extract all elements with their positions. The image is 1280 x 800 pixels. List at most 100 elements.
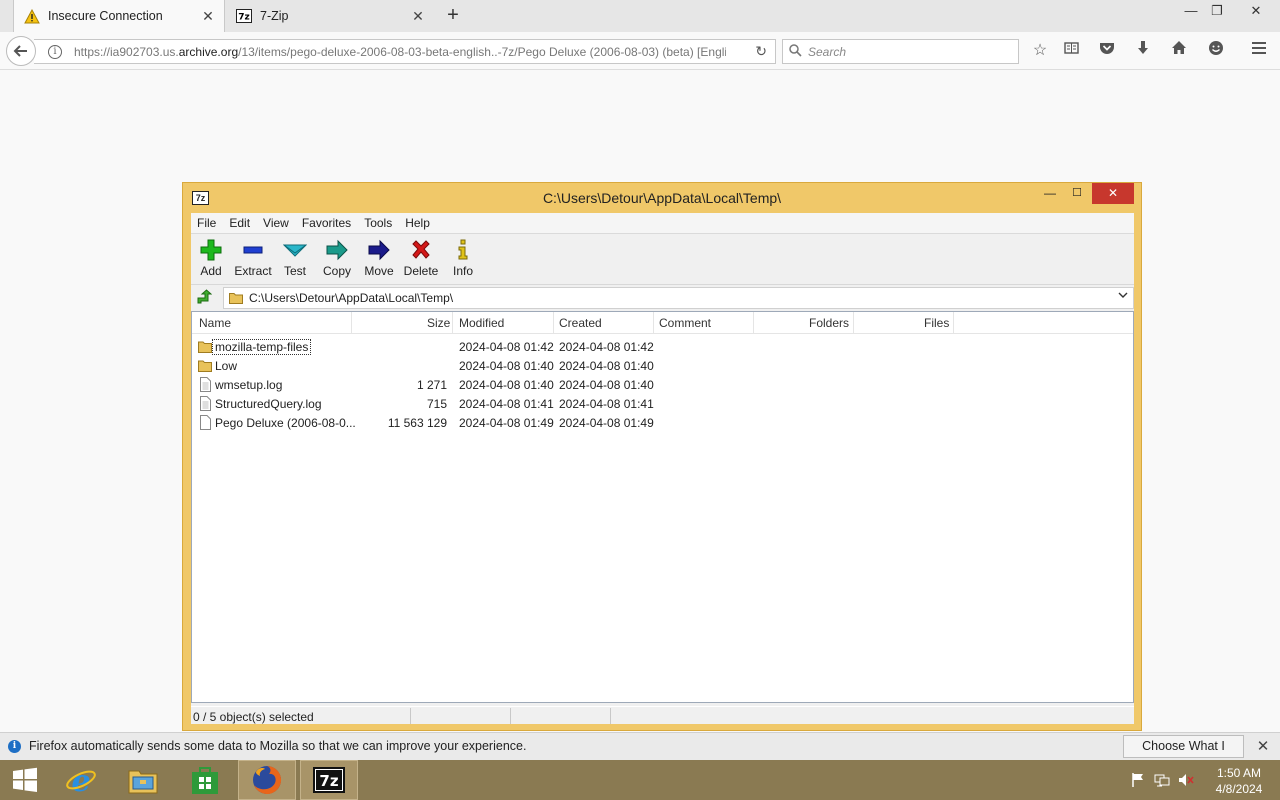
minimize-icon[interactable]: — bbox=[1038, 183, 1062, 205]
window-title-bar[interactable]: 7z C:\Users\Detour\AppData\Local\Temp\ —… bbox=[183, 183, 1141, 213]
taskbar-7zip[interactable]: 7z bbox=[300, 760, 358, 800]
firefox-icon bbox=[253, 765, 282, 794]
move-button[interactable]: Move bbox=[358, 236, 400, 283]
path-text: C:\Users\Detour\AppData\Local\Temp\ bbox=[249, 291, 454, 305]
column-size[interactable]: Size bbox=[427, 316, 450, 330]
column-name[interactable]: Name bbox=[199, 316, 231, 330]
new-tab-icon[interactable]: + bbox=[443, 5, 463, 25]
reading-list-icon[interactable] bbox=[1060, 40, 1082, 62]
choose-what-i-share-button[interactable]: Choose What I Share bbox=[1123, 735, 1244, 774]
status-bar: 0 / 5 object(s) selected bbox=[191, 706, 1134, 724]
taskbar-store[interactable] bbox=[176, 760, 234, 800]
action-center-flag-icon[interactable] bbox=[1130, 772, 1146, 788]
path-combobox[interactable]: C:\Users\Detour\AppData\Local\Temp\ bbox=[223, 287, 1134, 309]
close-tab-icon[interactable]: ✕ bbox=[410, 8, 426, 24]
system-clock[interactable]: 1:50 AM 4/8/2024 bbox=[1202, 765, 1276, 797]
close-icon[interactable]: ✕ bbox=[1254, 738, 1272, 756]
close-window-icon[interactable]: ✕ bbox=[1092, 183, 1134, 204]
column-divider[interactable] bbox=[351, 312, 352, 334]
file-list[interactable]: Name Size Modified Created Comment Folde… bbox=[191, 311, 1134, 703]
info-icon bbox=[458, 239, 468, 260]
warning-icon bbox=[24, 8, 40, 24]
column-divider[interactable] bbox=[553, 312, 554, 334]
copy-button[interactable]: Copy bbox=[316, 236, 358, 283]
chevron-down-icon[interactable] bbox=[1118, 291, 1128, 302]
network-icon[interactable] bbox=[1154, 772, 1170, 788]
column-created[interactable]: Created bbox=[559, 316, 602, 330]
column-modified[interactable]: Modified bbox=[459, 316, 504, 330]
menu-edit[interactable]: Edit bbox=[223, 213, 256, 233]
file-created: 2024-04-08 01:42 bbox=[559, 340, 654, 354]
search-input[interactable]: Search bbox=[782, 39, 1019, 64]
taskbar-internet-explorer[interactable]: e bbox=[52, 760, 110, 800]
home-icon[interactable] bbox=[1168, 40, 1190, 62]
reload-icon[interactable]: ↻ bbox=[755, 43, 767, 60]
extract-button[interactable]: Extract bbox=[232, 236, 274, 283]
svg-text:7z: 7z bbox=[238, 13, 250, 23]
extract-icon bbox=[243, 246, 263, 254]
file-row[interactable]: wmsetup.log 1 271 2024-04-08 01:40 2024-… bbox=[192, 375, 1133, 394]
start-button[interactable] bbox=[0, 760, 50, 800]
column-divider[interactable] bbox=[853, 312, 854, 334]
notification-text: Firefox automatically sends some data to… bbox=[29, 739, 527, 753]
file-modified: 2024-04-08 01:40 bbox=[459, 378, 554, 392]
menu-hamburger-icon[interactable] bbox=[1248, 40, 1270, 62]
download-icon[interactable] bbox=[1132, 40, 1154, 62]
file-created: 2024-04-08 01:49 bbox=[559, 416, 654, 430]
column-divider[interactable] bbox=[452, 312, 453, 334]
delete-button[interactable]: Delete bbox=[400, 236, 442, 283]
menu-favorites[interactable]: Favorites bbox=[296, 213, 357, 233]
url-text[interactable]: https://ia902703.us.archive.org/13/items… bbox=[74, 45, 726, 59]
restore-icon[interactable]: ❐ bbox=[1200, 0, 1234, 26]
toolbar: Add Extract Test Copy Move Delete Info bbox=[191, 234, 1134, 285]
column-folders[interactable]: Folders bbox=[809, 316, 849, 330]
status-divider bbox=[410, 708, 411, 724]
menu-help[interactable]: Help bbox=[399, 213, 436, 233]
maximize-icon[interactable]: ☐ bbox=[1065, 183, 1089, 205]
copy-icon bbox=[326, 239, 348, 261]
close-tab-icon[interactable]: ✕ bbox=[200, 8, 216, 24]
info-button[interactable]: Info bbox=[442, 236, 484, 283]
file-row[interactable]: mozilla-temp-files 2024-04-08 01:42 2024… bbox=[192, 337, 1133, 356]
menu-view[interactable]: View bbox=[257, 213, 295, 233]
text-file-icon bbox=[200, 396, 211, 411]
column-divider[interactable] bbox=[953, 312, 954, 334]
column-divider[interactable] bbox=[653, 312, 654, 334]
back-button[interactable] bbox=[6, 36, 36, 66]
taskbar-file-explorer[interactable] bbox=[114, 760, 172, 800]
menu-tools[interactable]: Tools bbox=[358, 213, 398, 233]
test-button[interactable]: Test bbox=[274, 236, 316, 283]
tab-7zip[interactable]: 7z 7-Zip ✕ bbox=[226, 0, 434, 32]
info-icon: i bbox=[8, 740, 21, 753]
pocket-icon[interactable] bbox=[1096, 40, 1118, 62]
file-name: wmsetup.log bbox=[215, 378, 283, 392]
taskbar-firefox[interactable] bbox=[238, 760, 296, 800]
menu-file[interactable]: File bbox=[191, 213, 222, 233]
file-row[interactable]: Low 2024-04-08 01:40 2024-04-08 01:40 bbox=[192, 356, 1133, 375]
selection-status: 0 / 5 object(s) selected bbox=[193, 710, 314, 724]
close-window-icon[interactable]: ✕ bbox=[1232, 0, 1280, 26]
tab-insecure-connection[interactable]: Insecure Connection ✕ bbox=[13, 0, 225, 32]
up-folder-icon[interactable] bbox=[196, 289, 212, 305]
volume-muted-icon[interactable] bbox=[1178, 772, 1194, 788]
site-info-icon[interactable]: i bbox=[48, 44, 62, 59]
file-row[interactable]: StructuredQuery.log 715 2024-04-08 01:41… bbox=[192, 394, 1133, 413]
add-button[interactable]: Add bbox=[190, 236, 232, 283]
menu-bar: File Edit View Favorites Tools Help bbox=[191, 213, 1134, 234]
file-modified: 2024-04-08 01:49 bbox=[459, 416, 554, 430]
internet-explorer-icon: e bbox=[66, 764, 96, 796]
url-bar[interactable]: i https://ia902703.us.archive.org/13/ite… bbox=[34, 39, 776, 64]
move-icon bbox=[368, 239, 390, 261]
hello-chat-icon[interactable] bbox=[1205, 40, 1227, 62]
folder-icon bbox=[198, 360, 212, 372]
column-divider[interactable] bbox=[753, 312, 754, 334]
7zip-icon: 7z bbox=[236, 8, 252, 24]
file-name: mozilla-temp-files bbox=[211, 339, 312, 355]
bookmark-star-icon[interactable]: ☆ bbox=[1029, 40, 1051, 62]
file-explorer-icon bbox=[128, 770, 158, 794]
column-files[interactable]: Files bbox=[924, 316, 949, 330]
text-file-icon bbox=[200, 377, 211, 392]
file-name: Pego Deluxe (2006-08-0... bbox=[215, 416, 356, 430]
file-row[interactable]: Pego Deluxe (2006-08-0... 11 563 129 202… bbox=[192, 413, 1133, 432]
column-comment[interactable]: Comment bbox=[659, 316, 711, 330]
